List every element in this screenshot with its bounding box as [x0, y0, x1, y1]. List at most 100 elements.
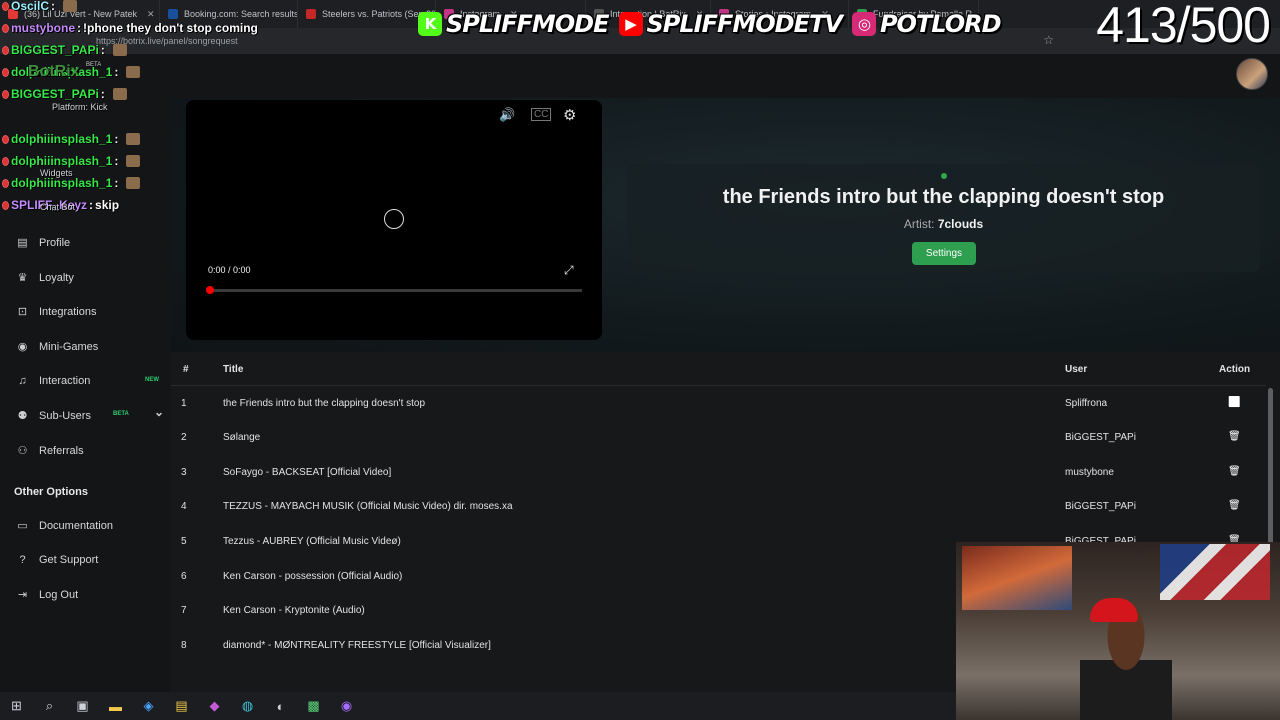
sidebar-item-interaction[interactable]: ♫ Interaction [16, 375, 166, 387]
chat-separator: : [114, 132, 119, 146]
row-user: Spliffrona [1065, 398, 1108, 409]
sidebar-item-documentation[interactable]: ▭ Documentation [16, 519, 166, 533]
other-options-heading: Other Options [14, 486, 88, 498]
artist-label: Artist: [903, 217, 935, 231]
sidebar-item-label: Log Out [39, 588, 79, 601]
webcam-flag [1160, 544, 1270, 600]
sidebar-item-label: Integrations [39, 305, 97, 318]
skip-icon[interactable]: ⏩ [1228, 397, 1240, 408]
chat-badge-icon [2, 67, 9, 77]
sidebar-item-referrals[interactable]: ⚇ Referrals [16, 444, 166, 458]
chat-message: OscilC : [2, 0, 78, 13]
platform-label: Platform: Kick [52, 102, 108, 112]
brand-platform-icon: K [418, 12, 442, 36]
sidebar-item-profile[interactable]: ▤ Profile [16, 236, 166, 250]
delete-icon[interactable]: 🗑 [1228, 466, 1241, 477]
chat-message: dolphiiinsplash_1 : [2, 132, 141, 146]
chat-badge-icon [2, 89, 9, 99]
app-header [0, 54, 1280, 98]
sidebar-item-sub-users[interactable]: ⚉ Sub-Users [16, 409, 166, 423]
chat-badge-icon [2, 178, 9, 188]
row-user: BiGGEST_PAPi [1065, 432, 1136, 443]
file-explorer-icon[interactable]: ▬ [99, 692, 132, 720]
chat-badge-icon [2, 156, 9, 166]
sidebar-item-label: Interaction [39, 375, 91, 387]
chat-message: BIGGEST_PAPi : [2, 43, 127, 57]
delete-icon[interactable]: 🗑 [1228, 431, 1241, 442]
progress-track[interactable] [210, 289, 582, 292]
trophy-icon: ♛ [17, 272, 28, 284]
row-title: the Friends intro but the clapping doesn… [223, 398, 426, 409]
row-number: 7 [181, 605, 187, 616]
sidebar-item-loyalty[interactable]: ♛ Loyalty [16, 271, 166, 285]
chat-separator: : [51, 0, 56, 13]
delete-icon[interactable]: 🗑 [1228, 500, 1241, 511]
settings-button[interactable]: Settings [912, 242, 976, 265]
edge-browser-icon[interactable]: ◍ [231, 692, 264, 720]
chat-separator: : [114, 154, 119, 168]
referrals-icon: ⚇ [17, 445, 28, 457]
row-number: 5 [181, 536, 187, 547]
browser-tab[interactable]: Steelers vs. Patriots (Sep 20✕ [298, 0, 436, 28]
progress-handle[interactable] [206, 286, 214, 294]
live-indicator-dot [941, 173, 947, 179]
sidebar-item-label: Mini-Games [39, 340, 99, 353]
bookmark-star-icon[interactable]: ☆ [1043, 33, 1054, 47]
chat-badge-icon [2, 200, 9, 210]
chat-emote-icon [112, 44, 127, 56]
sidebar-item-mini-games[interactable]: ◉ Mini-Games [16, 340, 166, 354]
id-card-icon: ▤ [17, 237, 28, 249]
chevron-down-icon[interactable]: ⌄ [154, 405, 164, 419]
row-title: TEZZUS - MAYBACH MUSIK (Official Music V… [223, 501, 513, 512]
fullscreen-icon[interactable]: ⤢ [564, 263, 574, 278]
row-title: SoFaygo - BACKSEAT [Official Video] [223, 467, 392, 478]
brand-name: SPLIFFMODETV [646, 10, 843, 38]
chat-separator: : [114, 176, 119, 190]
goal-counter: 413/500 [1096, 0, 1271, 53]
office-icon[interactable]: ◆ [198, 692, 231, 720]
search-icon[interactable]: ⌕ [33, 692, 66, 720]
users-icon: ⚉ [17, 410, 28, 422]
store-icon[interactable]: ▤ [165, 692, 198, 720]
messenger-icon[interactable]: ◉ [330, 692, 363, 720]
sidebar-item-log-out[interactable]: ⇥ Log Out [16, 588, 166, 602]
volume-icon[interactable]: 🔊 [499, 107, 515, 123]
chat-emote-icon [63, 0, 78, 12]
windows-start-icon[interactable]: ⊞ [0, 692, 33, 720]
obs-icon[interactable]: ◐ [264, 692, 297, 720]
chat-emote-icon [126, 177, 141, 189]
captions-icon[interactable]: CC [531, 108, 552, 121]
user-avatar[interactable] [1236, 58, 1268, 90]
brand-handle: ▶ SPLIFFMODETV [618, 10, 843, 38]
chat-app-icon[interactable]: ▩ [297, 692, 330, 720]
sidebar-item-integrations[interactable]: ⊡ Integrations [16, 305, 166, 319]
sidebar-item-chat-bot[interactable]: Chat Bot [40, 202, 75, 212]
brand-platform-icon: ▶ [618, 12, 643, 36]
row-user: mustybone [1065, 467, 1114, 478]
sidebar-item-label: Get Support [39, 554, 99, 566]
brand-handle: K SPLIFFMODE [418, 10, 609, 38]
gear-icon[interactable]: ⚙ [563, 106, 576, 124]
sidebar-item-widgets[interactable]: Widgets [40, 168, 73, 178]
header-user: User [1065, 364, 1088, 375]
chat-username: OscilC [11, 0, 50, 13]
webcam-poster [962, 546, 1072, 610]
header-num: # [183, 364, 189, 375]
tab-close-icon[interactable]: ✕ [147, 9, 155, 20]
chat-message: dolphiiinsplash_1 : [2, 154, 141, 168]
sidebar-item-label: Sub-Users [39, 409, 91, 422]
screen: (36) Lil Uzi Vert - New Patek ✕ Booking.co… [0, 0, 1280, 720]
header-divider [171, 385, 1266, 386]
sidebar-item-label: Profile [39, 236, 71, 249]
chat-username: BIGGEST_PAPi [11, 87, 99, 101]
task-view-icon[interactable]: ▣ [66, 692, 99, 720]
chat-username: dolphiiinsplash_1 [11, 176, 113, 190]
brand-handle: ◎ POTLORD [851, 10, 1002, 38]
app-icon[interactable]: ◈ [132, 692, 165, 720]
now-playing-artist: Artist: 7clouds [627, 217, 1260, 231]
sidebar-item-label: Referrals [39, 444, 84, 457]
now-playing-title: the Friends intro but the clapping doesn… [722, 186, 1165, 208]
row-title: diamond* - MØNTREALITY FREESTYLE [Offici… [223, 640, 491, 651]
header-title: Title [223, 364, 244, 375]
sidebar-item-get-support[interactable]: ? Get Support [16, 554, 166, 566]
